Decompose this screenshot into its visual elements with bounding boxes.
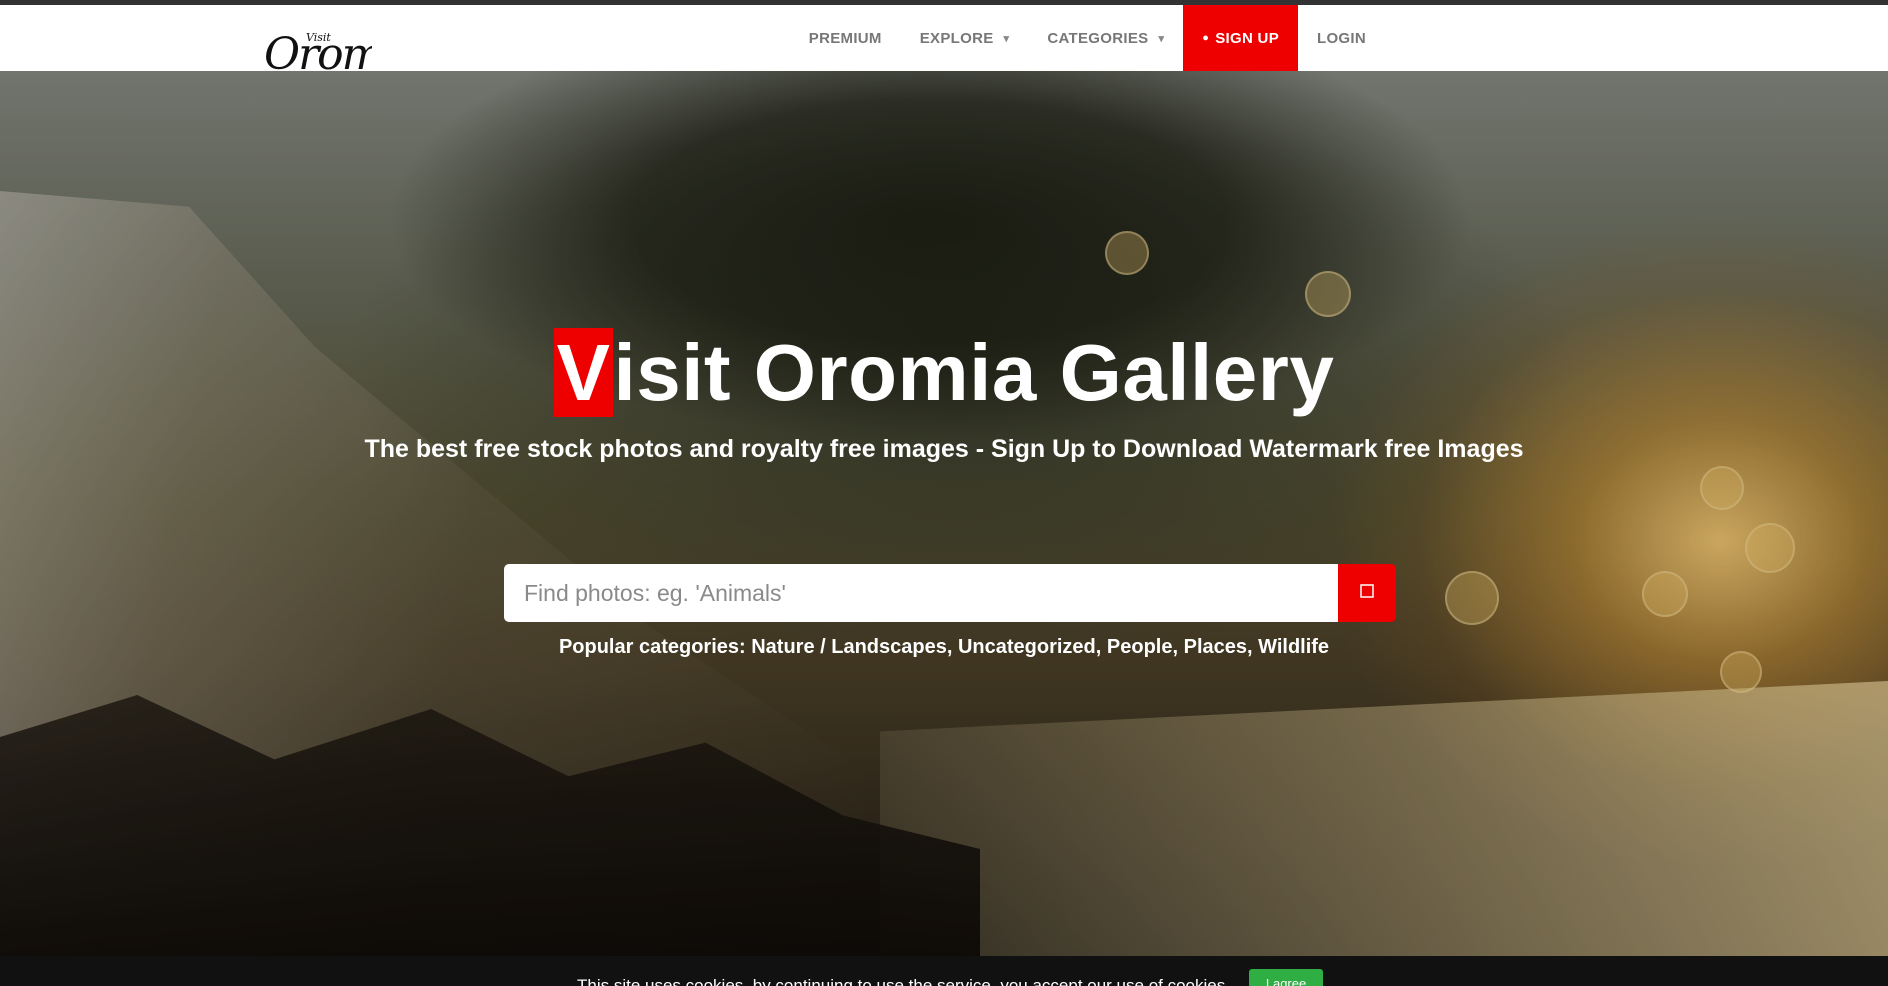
user-plus-icon: ● [1202,32,1210,44]
cookie-message: This site uses cookies, by continuing to… [577,976,1226,986]
search-button[interactable] [1338,564,1396,622]
signup-button[interactable]: ● SIGN UP [1183,5,1298,71]
title-rest: isit Oromia Gallery [613,328,1335,417]
nav-premium-label: PREMIUM [808,29,882,47]
site-logo[interactable]: Visit Oromia [262,27,372,75]
nav-explore[interactable]: EXPLORE ▾ [901,5,1029,71]
nav-explore-label: EXPLORE [919,29,994,47]
cookie-bar: This site uses cookies, by continuing to… [0,956,1888,986]
nav-categories-label: CATEGORIES [1047,29,1149,47]
login-label: LOGIN [1317,29,1366,47]
category-link-uncategorized[interactable]: Uncategorized [958,636,1096,658]
category-link-wildlife[interactable]: Wildlife [1258,636,1329,658]
main-nav: PREMIUM EXPLORE ▾ CATEGORIES ▾ ● SIGN UP… [790,5,1385,71]
popular-label: Popular categories: [558,636,746,658]
cookie-agree-button[interactable]: I agree [1249,969,1323,986]
category-link-nature[interactable]: Nature / Landscapes [751,636,947,658]
category-link-places[interactable]: Places [1184,636,1247,658]
title-first-letter: V [553,328,614,417]
page-subtitle: The best free stock photos and royalty f… [364,435,1524,463]
search-input[interactable] [504,564,1338,622]
popular-categories: Popular categories: Nature / Landscapes,… [558,636,1330,658]
category-link-people[interactable]: People [1107,636,1173,658]
page-title: Visit Oromia Gallery [0,326,1888,420]
search-icon [1359,583,1375,603]
hero-overlay [0,71,1888,960]
logo-oromia-text: Oromia [264,29,372,75]
signup-label: SIGN UP [1215,29,1279,47]
login-link[interactable]: LOGIN [1298,5,1385,71]
navbar: Visit Oromia PREMIUM EXPLORE ▾ CATEGORIE… [0,5,1888,75]
caret-down-icon: ▾ [1003,32,1010,45]
search-form [504,564,1396,622]
nav-premium[interactable]: PREMIUM [790,5,901,71]
caret-down-icon: ▾ [1158,32,1165,45]
hero-section [0,71,1888,960]
nav-categories[interactable]: CATEGORIES ▾ [1028,5,1183,71]
